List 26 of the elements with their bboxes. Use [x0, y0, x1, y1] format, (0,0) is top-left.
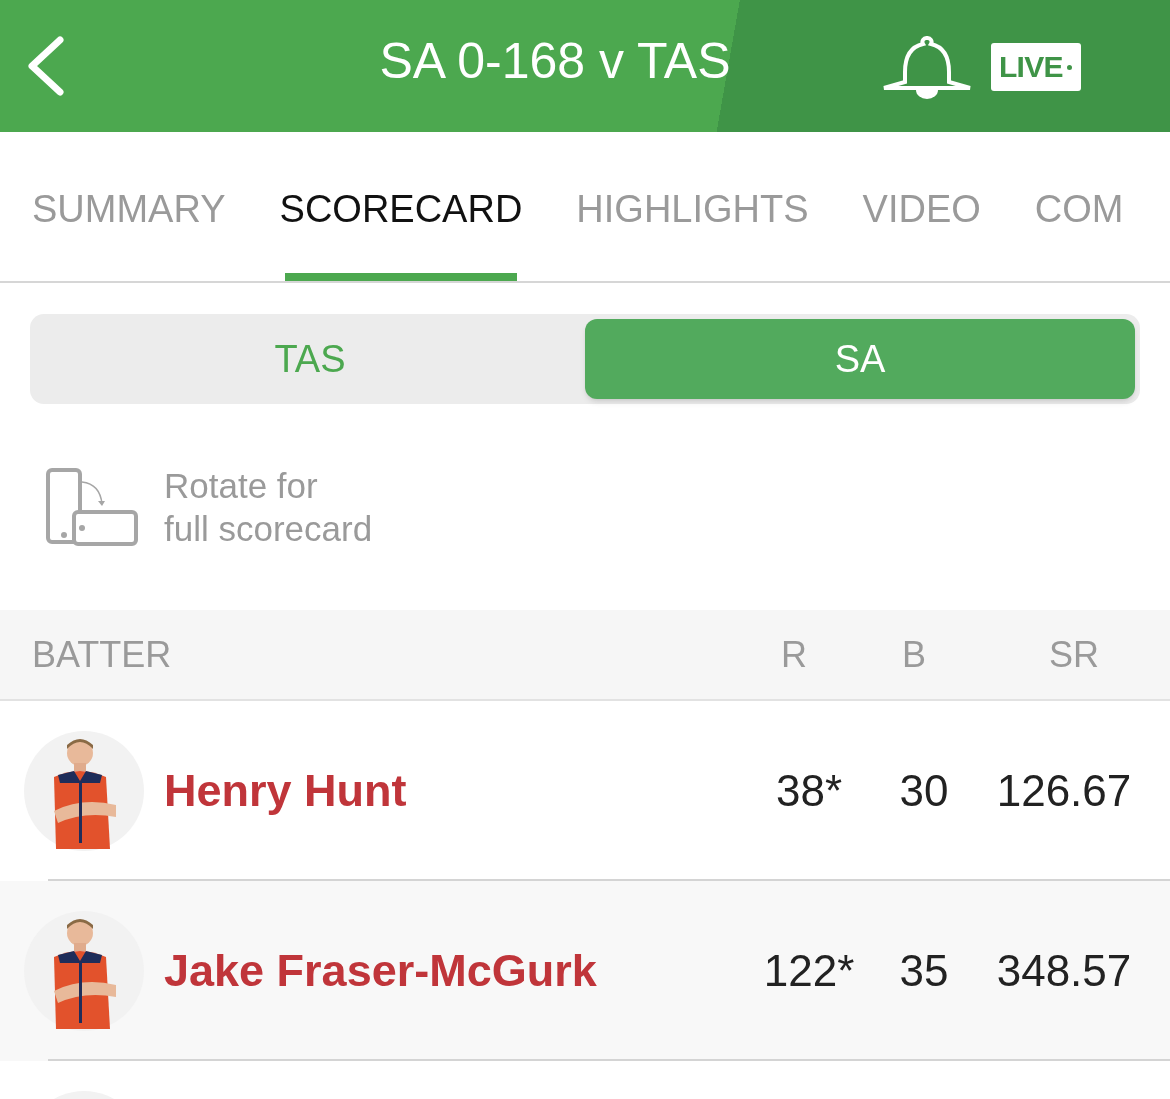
- column-header: R: [780, 632, 808, 677]
- batter-name[interactable]: Jake Fraser-McGurk: [164, 937, 744, 1005]
- batter-row[interactable]: Jake Fraser-McGurk 122* 35 348.57: [0, 881, 1170, 1061]
- tab[interactable]: SUMMARY: [32, 132, 226, 281]
- tab[interactable]: VIDEO: [862, 132, 981, 281]
- rotate-phone-icon: [46, 468, 138, 546]
- team-segment[interactable]: SA: [585, 319, 1135, 399]
- batter-name[interactable]: Henry Hunt: [164, 757, 744, 825]
- runs-cell-text: 38*: [774, 765, 844, 817]
- rotate-hint: Rotate for full scorecard: [164, 465, 373, 550]
- team-segment[interactable]: TAS: [35, 319, 585, 399]
- live-badge[interactable]: LIVE: [991, 43, 1081, 91]
- match-title: SA 0-168 v TAS: [378, 36, 732, 86]
- tab[interactable]: COM: [1034, 132, 1124, 281]
- back-icon[interactable]: [26, 36, 66, 96]
- column-header: BATTER: [31, 632, 173, 677]
- tab[interactable]: SCORECARD: [279, 132, 523, 281]
- tab[interactable]: HIGHLIGHTS: [576, 132, 809, 281]
- strike-rate-cell-text: 348.57: [995, 945, 1133, 997]
- column-header: SR: [1048, 632, 1100, 677]
- balls-cell-text: 30: [898, 765, 950, 817]
- bell-icon[interactable]: [882, 34, 972, 100]
- balls-cell-text: 35: [898, 945, 950, 997]
- strike-rate-cell-text: 126.67: [995, 765, 1133, 817]
- column-header: B: [901, 632, 927, 677]
- runs-cell-text: 122*: [762, 945, 856, 997]
